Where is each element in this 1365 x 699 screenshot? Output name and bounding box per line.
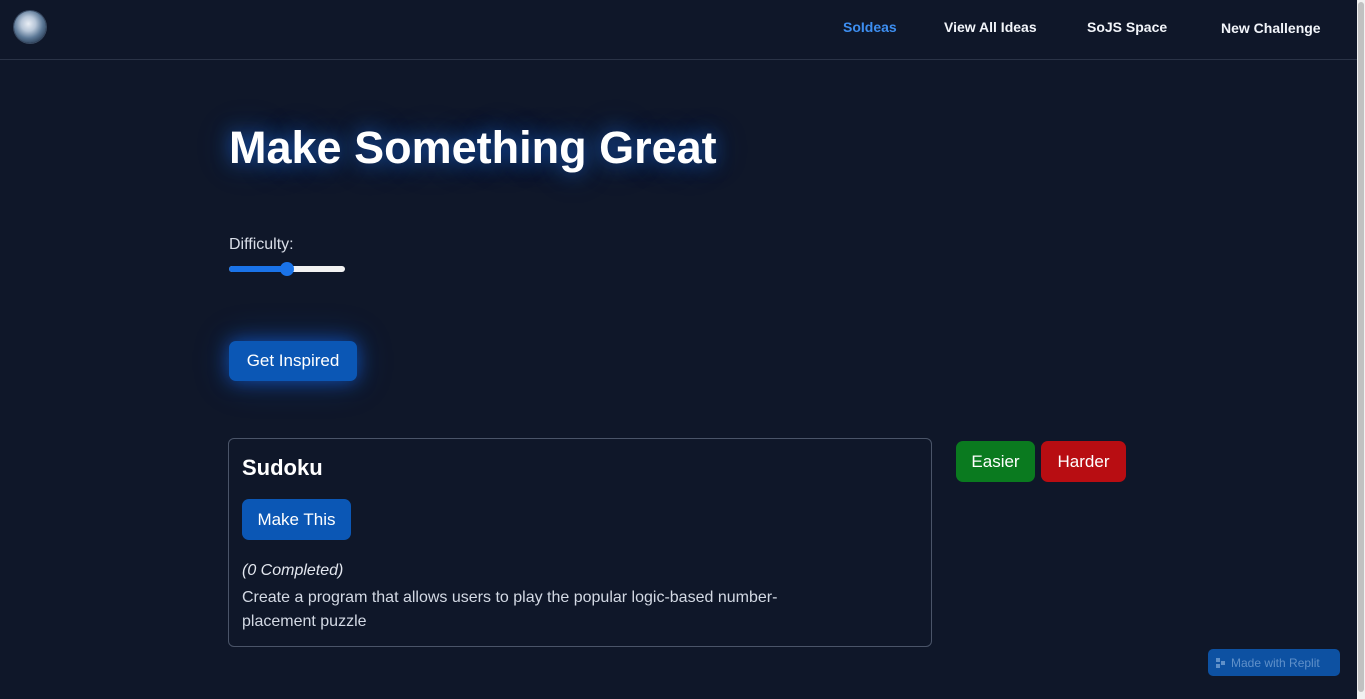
idea-description: Create a program that allows users to pl… xyxy=(242,589,778,630)
replit-icon xyxy=(1216,657,1226,668)
difficulty-slider[interactable] xyxy=(229,262,345,276)
difficulty-label: Difficulty: xyxy=(229,236,294,253)
page-scrollbar[interactable] xyxy=(1357,0,1365,699)
replit-badge-label: Made with Replit xyxy=(1231,655,1320,670)
completed-count: (0 Completed) xyxy=(242,562,344,579)
make-this-button[interactable]: Make This xyxy=(242,499,351,540)
harder-button[interactable]: Harder xyxy=(1041,441,1126,482)
idea-card: Sudoku Make This (0 Completed) Create a … xyxy=(228,438,932,647)
slider-thumb[interactable] xyxy=(280,262,294,276)
scrollbar-thumb[interactable] xyxy=(1358,2,1364,692)
nav-link-sojs-space[interactable]: SoJS Space xyxy=(1087,19,1167,35)
easier-button[interactable]: Easier xyxy=(956,441,1035,482)
get-inspired-button[interactable]: Get Inspired xyxy=(229,341,357,381)
page-title: Make Something Great xyxy=(229,122,717,173)
idea-title: Sudoku xyxy=(242,455,323,480)
nav-link-soideas[interactable]: SoIdeas xyxy=(843,19,897,35)
moon-icon[interactable] xyxy=(14,11,46,43)
nav-link-view-all-ideas[interactable]: View All Ideas xyxy=(944,19,1037,35)
made-with-replit-badge[interactable]: Made with Replit xyxy=(1208,649,1340,676)
slider-fill xyxy=(229,266,287,272)
top-navbar: SoIdeas View All Ideas SoJS Space New Ch… xyxy=(0,0,1357,60)
nav-link-new-challenge[interactable]: New Challenge xyxy=(1221,20,1321,36)
